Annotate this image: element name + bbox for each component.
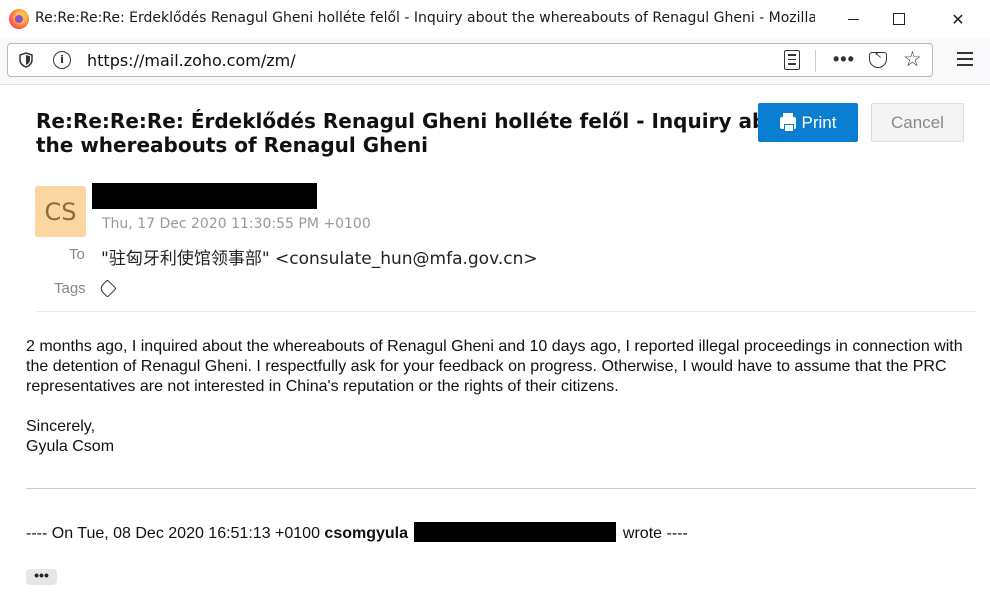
- hamburger-menu-icon[interactable]: [957, 52, 973, 70]
- print-button[interactable]: Print: [758, 103, 858, 142]
- redacted-email: [414, 522, 617, 542]
- pocket-icon[interactable]: [869, 52, 887, 68]
- minimize-icon: [847, 18, 859, 20]
- quote-prefix: ---- On Tue, 08 Dec 2020 16:51:13 +0100: [26, 525, 320, 542]
- page-actions-more-icon[interactable]: •••: [833, 49, 855, 70]
- tags-label: Tags: [54, 280, 86, 297]
- maximize-button[interactable]: [876, 0, 922, 38]
- minimize-button[interactable]: [830, 0, 876, 38]
- show-quoted-button[interactable]: •••: [26, 568, 57, 585]
- redacted-sender: [92, 183, 317, 209]
- shield-icon[interactable]: [19, 52, 33, 68]
- quote-sender: csomgyula: [324, 525, 409, 542]
- tag-icon[interactable]: [98, 279, 117, 298]
- to-recipient: "驻匈牙利使馆领事部" <consulate_hun@mfa.gov.cn>: [101, 249, 538, 269]
- toolbar-divider: [815, 50, 816, 72]
- printer-icon: [779, 112, 796, 132]
- to-label: To: [69, 246, 85, 263]
- email-body: 2 months ago, I inquired about the where…: [26, 337, 981, 457]
- window-title: Re:Re:Re:Re: Érdeklődés Renagul Gheni ho…: [35, 10, 815, 26]
- window-titlebar: Re:Re:Re:Re: Érdeklődés Renagul Gheni ho…: [0, 0, 990, 38]
- site-info-icon[interactable]: i: [53, 51, 71, 69]
- avatar: CS: [35, 186, 86, 237]
- email-subject: Re:Re:Re:Re: Érdeklődés Renagul Gheni ho…: [36, 109, 804, 157]
- browser-toolbar: i https://mail.zoho.com/zm/ ••• ☆: [0, 38, 990, 85]
- body-signature: Gyula Csom: [26, 438, 115, 455]
- reader-view-icon[interactable]: [784, 50, 800, 70]
- firefox-logo-icon: [9, 9, 29, 29]
- bookmark-star-icon[interactable]: ☆: [903, 47, 922, 72]
- quote-divider: [26, 488, 976, 489]
- quoted-header: ---- On Tue, 08 Dec 2020 16:51:13 +0100 …: [26, 522, 688, 543]
- cancel-button[interactable]: Cancel: [871, 103, 964, 142]
- print-label: Print: [801, 112, 837, 132]
- close-window-button[interactable]: ✕: [935, 0, 981, 38]
- close-icon: ✕: [951, 9, 965, 29]
- header-divider: [36, 311, 976, 312]
- email-date: Thu, 17 Dec 2020 11:30:55 PM +0100: [102, 216, 371, 232]
- email-view: Re:Re:Re:Re: Érdeklődés Renagul Gheni ho…: [0, 85, 990, 610]
- url-bar[interactable]: i https://mail.zoho.com/zm/ ••• ☆: [7, 43, 933, 77]
- url-text[interactable]: https://mail.zoho.com/zm/: [87, 51, 296, 70]
- quote-suffix: wrote ----: [622, 525, 688, 542]
- body-closing: Sincerely,: [26, 418, 96, 435]
- maximize-icon: [893, 13, 905, 25]
- body-paragraph: 2 months ago, I inquired about the where…: [26, 338, 963, 395]
